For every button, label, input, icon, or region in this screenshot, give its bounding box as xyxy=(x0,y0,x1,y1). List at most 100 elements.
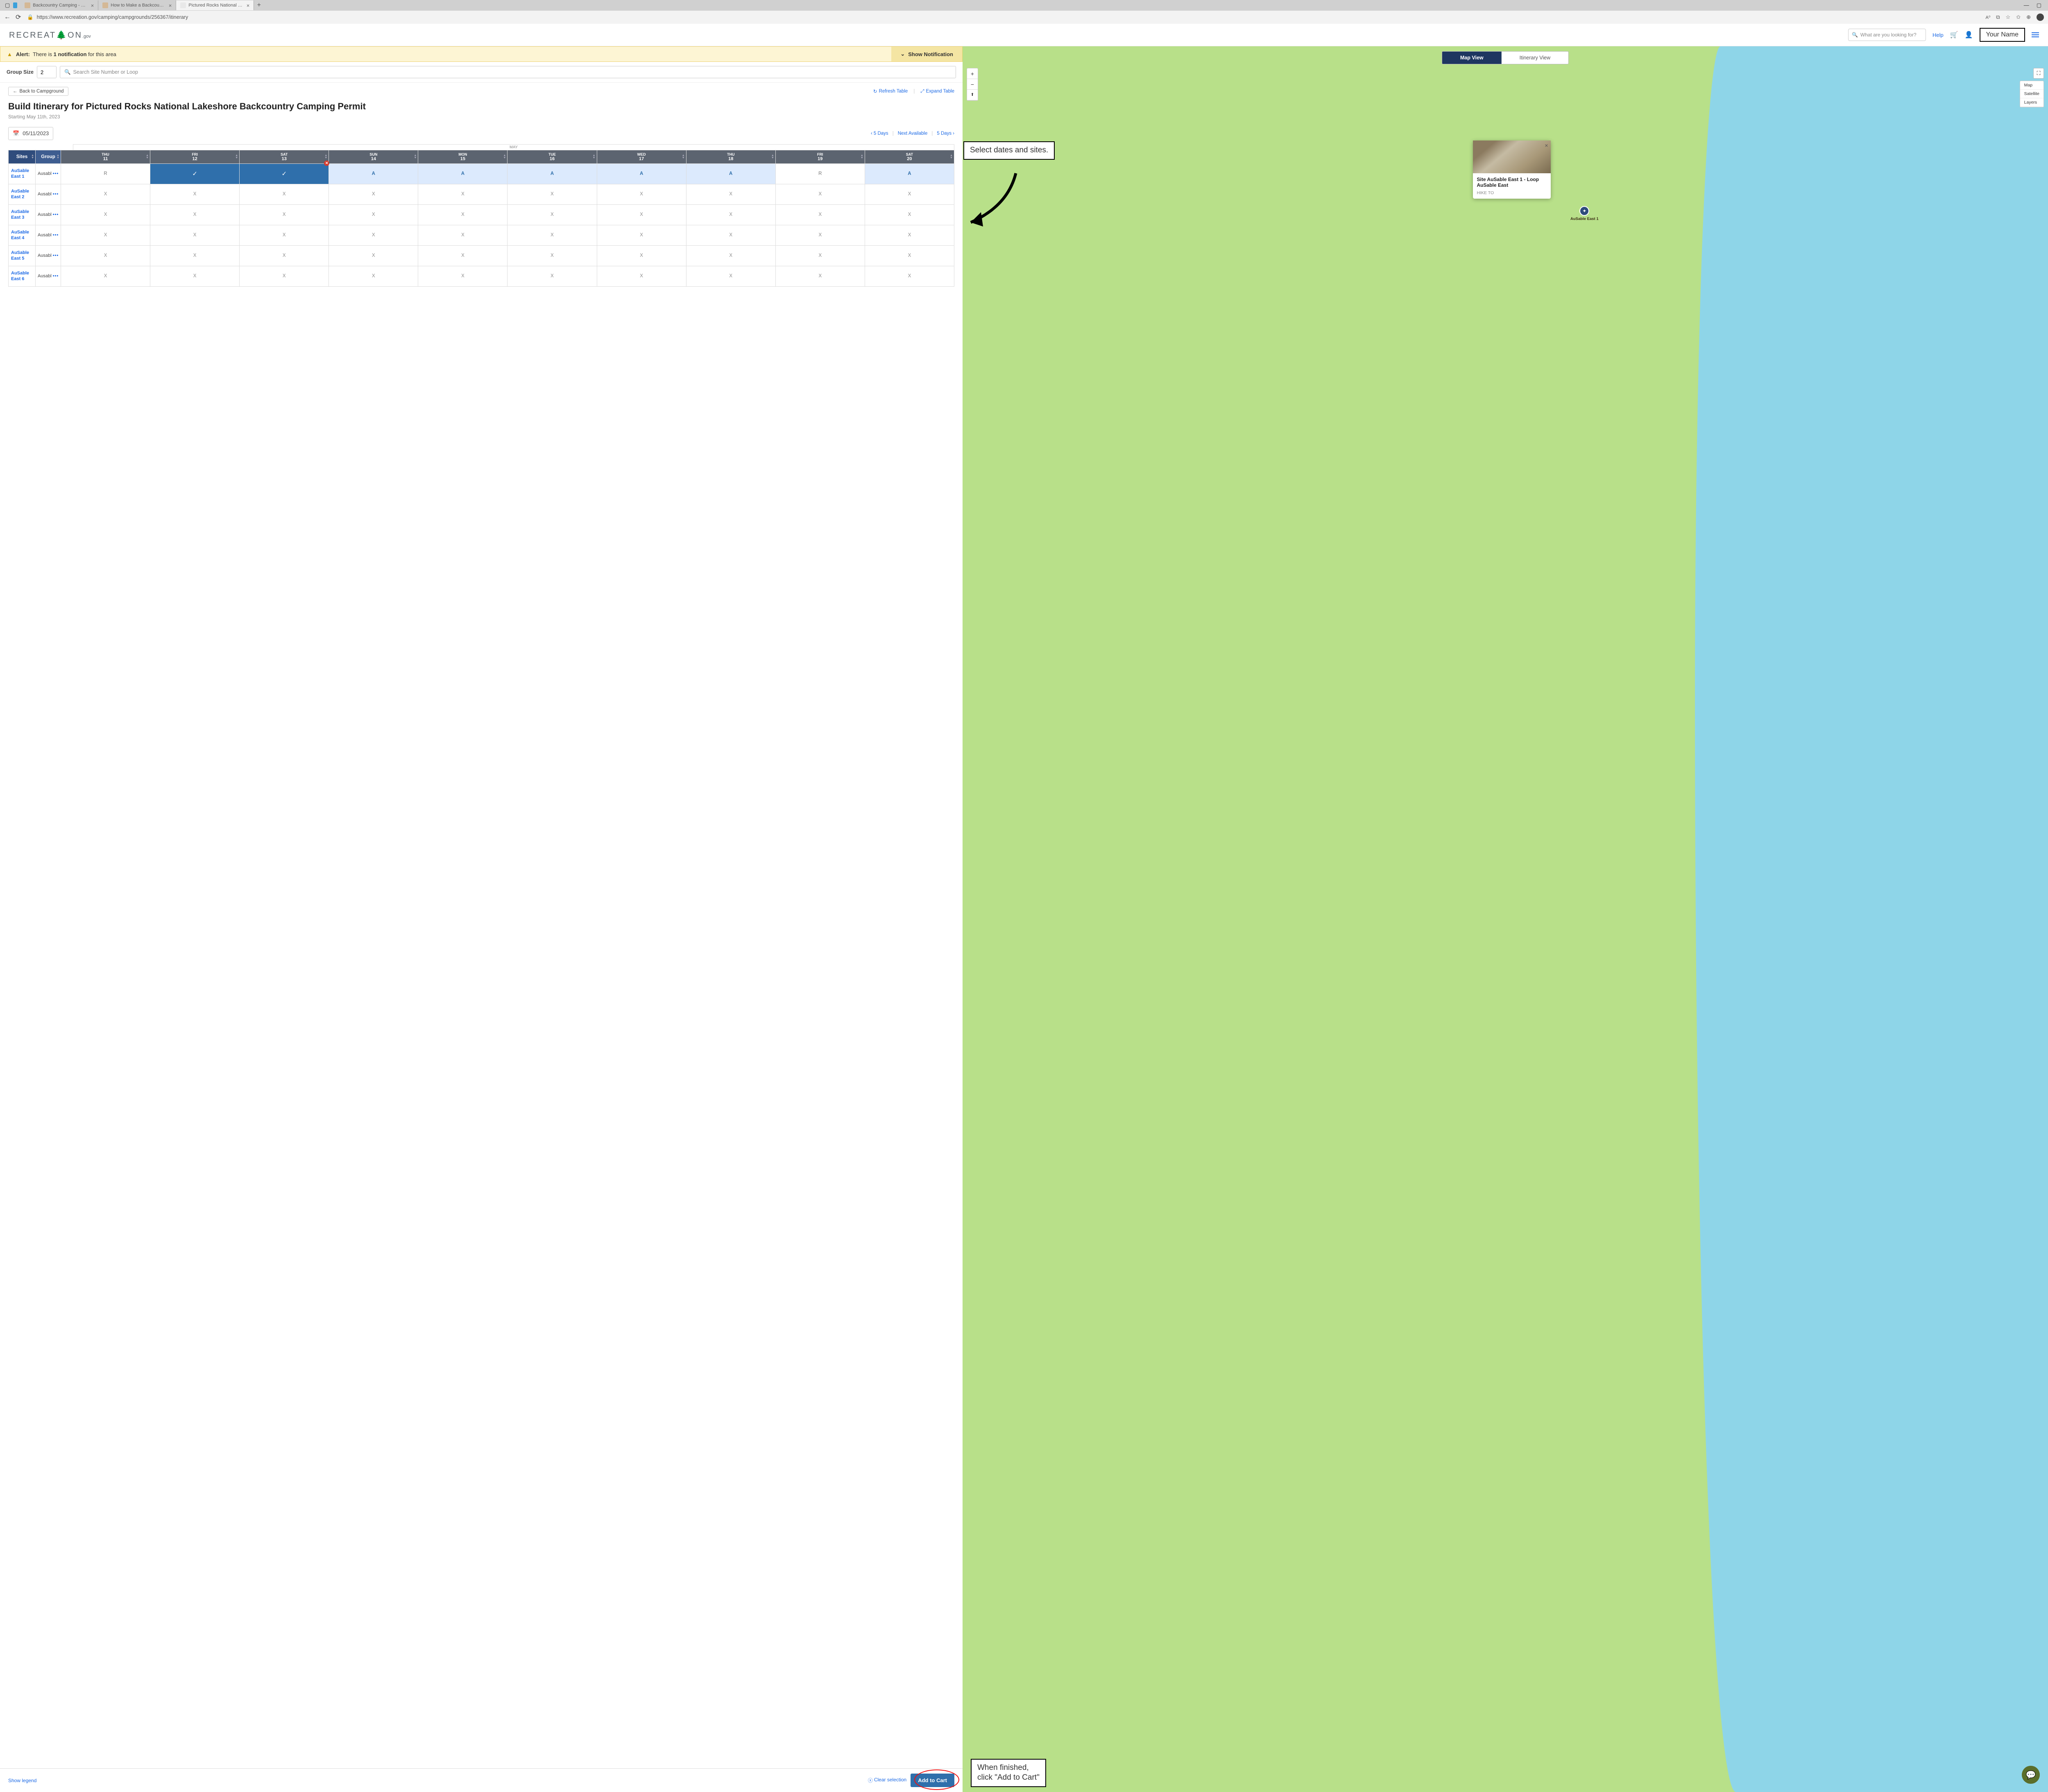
site-name-link[interactable]: AuSable East 2 xyxy=(9,184,36,204)
favorites-bar-icon[interactable]: ✩ xyxy=(2016,14,2021,20)
availability-cell[interactable]: X xyxy=(418,245,507,266)
availability-cell[interactable]: A xyxy=(418,163,507,184)
availability-cell[interactable]: X xyxy=(597,204,686,225)
availability-cell[interactable]: X xyxy=(865,184,954,204)
prev-5-days-button[interactable]: ‹ 5 Days xyxy=(871,131,888,136)
reset-north-button[interactable]: ⬆ xyxy=(967,90,978,100)
availability-cell[interactable]: X xyxy=(597,245,686,266)
logo[interactable]: RECREAT🌲ON.gov xyxy=(9,30,91,40)
availability-cell[interactable]: X xyxy=(150,184,240,204)
site-name-link[interactable]: AuSable East 3 xyxy=(9,204,36,225)
availability-cell[interactable]: X xyxy=(865,225,954,245)
layer-satellite[interactable]: Satellite xyxy=(2020,90,2043,98)
availability-cell[interactable]: X xyxy=(61,184,150,204)
layer-layers[interactable]: Layers xyxy=(2020,98,2043,107)
availability-cell[interactable]: X xyxy=(240,184,329,204)
availability-cell[interactable]: X xyxy=(865,204,954,225)
zoom-in-button[interactable]: + xyxy=(967,68,978,79)
global-search-input[interactable]: 🔍 What are you looking for? xyxy=(1848,29,1926,41)
refresh-table-button[interactable]: ↻Refresh Table xyxy=(873,88,908,94)
map-marker[interactable]: ✦ AuSable East 1 xyxy=(1570,206,1599,221)
col-day-16[interactable]: TUE16▲▼ xyxy=(507,150,597,163)
availability-cell[interactable]: X xyxy=(775,184,865,204)
availability-cell[interactable]: X xyxy=(507,225,597,245)
availability-cell[interactable]: X xyxy=(686,245,775,266)
availability-cell[interactable]: X xyxy=(61,225,150,245)
back-to-campground-button[interactable]: ← Back to Campground xyxy=(8,87,68,96)
win-square-icon[interactable]: ▢ xyxy=(5,2,10,9)
availability-cell[interactable]: X xyxy=(418,225,507,245)
availability-cell[interactable]: X xyxy=(329,184,418,204)
availability-cell[interactable]: X xyxy=(775,245,865,266)
col-day-11[interactable]: THU11▲▼ xyxy=(61,150,150,163)
availability-cell[interactable]: ✓ xyxy=(240,163,329,184)
availability-cell[interactable]: X xyxy=(686,225,775,245)
availability-cell[interactable]: X xyxy=(418,204,507,225)
availability-cell[interactable]: X xyxy=(775,266,865,286)
start-date-input[interactable]: 📅 05/11/2023 xyxy=(8,127,53,140)
availability-cell[interactable]: X xyxy=(150,225,240,245)
translate-icon[interactable]: ⧉ xyxy=(1996,14,2000,20)
availability-cell[interactable]: X xyxy=(61,245,150,266)
col-day-17[interactable]: WED17▲▼ xyxy=(597,150,686,163)
availability-cell[interactable]: X xyxy=(418,184,507,204)
availability-cell[interactable]: A xyxy=(865,163,954,184)
help-link[interactable]: Help xyxy=(1932,32,1944,38)
availability-cell[interactable]: X xyxy=(329,266,418,286)
col-day-14[interactable]: SUN14▲▼ xyxy=(329,150,418,163)
tab-1[interactable]: Backcountry Camping - Pictured × xyxy=(20,0,98,10)
site-name-link[interactable]: AuSable East 1 xyxy=(9,163,36,184)
availability-cell[interactable]: X xyxy=(686,204,775,225)
availability-cell[interactable]: X xyxy=(775,225,865,245)
minimize-icon[interactable]: — xyxy=(2024,2,2029,9)
show-notification-button[interactable]: ⌄ Show Notification xyxy=(891,47,962,61)
availability-cell[interactable]: X xyxy=(775,204,865,225)
tab-1-close-icon[interactable]: × xyxy=(91,2,94,9)
availability-cell[interactable]: X xyxy=(507,204,597,225)
availability-cell[interactable]: X xyxy=(865,266,954,286)
add-to-cart-button[interactable]: Add to Cart xyxy=(911,1774,954,1787)
col-day-20[interactable]: SAT20▲▼ xyxy=(865,150,954,163)
favorite-icon[interactable]: ☆ xyxy=(2006,14,2011,20)
group-cell[interactable]: Ausabl ••• xyxy=(36,184,61,204)
availability-cell[interactable]: X xyxy=(597,225,686,245)
availability-cell[interactable]: X xyxy=(597,266,686,286)
tab-3-close-icon[interactable]: × xyxy=(247,2,250,9)
site-name-link[interactable]: AuSable East 4 xyxy=(9,225,36,245)
tab-3[interactable]: Pictured Rocks National Lakesho × xyxy=(176,0,254,10)
fullscreen-button[interactable]: ⛶ xyxy=(2033,68,2044,79)
chat-button[interactable]: 💬 xyxy=(2022,1766,2040,1784)
col-day-19[interactable]: FRI19▲▼ xyxy=(775,150,865,163)
group-cell[interactable]: Ausabl ••• xyxy=(36,204,61,225)
menu-icon[interactable] xyxy=(2032,32,2039,37)
notebook-icon[interactable] xyxy=(13,2,17,8)
collections-icon[interactable]: ⊕ xyxy=(2026,14,2031,20)
availability-cell[interactable]: A xyxy=(597,163,686,184)
zoom-out-button[interactable]: − xyxy=(967,79,978,90)
availability-cell[interactable]: X xyxy=(507,184,597,204)
availability-cell[interactable]: ✓ xyxy=(150,163,240,184)
url-field[interactable]: 🔒 https://www.recreation.gov/camping/cam… xyxy=(27,14,1980,20)
next-5-days-button[interactable]: 5 Days › xyxy=(937,131,954,136)
col-day-13[interactable]: SAT13▲▼✕ xyxy=(240,150,329,163)
availability-cell[interactable]: X xyxy=(240,204,329,225)
availability-cell[interactable]: A xyxy=(329,163,418,184)
refresh-icon[interactable]: ⟳ xyxy=(16,13,22,21)
site-search-input[interactable]: 🔍 Search Site Number or Loop xyxy=(60,66,956,78)
tab-2[interactable]: How to Make a Backcountry Ca × xyxy=(98,0,176,10)
col-group-header[interactable]: Group▲▼ xyxy=(36,150,61,163)
map-view-tab[interactable]: Map View xyxy=(1442,52,1502,64)
availability-cell[interactable]: X xyxy=(686,184,775,204)
availability-cell[interactable]: X xyxy=(150,245,240,266)
text-size-icon[interactable]: A⁰ xyxy=(1985,15,1990,20)
tab-2-close-icon[interactable]: × xyxy=(169,2,172,9)
availability-cell[interactable]: X xyxy=(240,245,329,266)
group-size-input[interactable] xyxy=(37,66,57,78)
layer-map[interactable]: Map xyxy=(2020,81,2043,90)
maximize-icon[interactable]: ▢ xyxy=(2037,2,2041,9)
availability-cell[interactable]: X xyxy=(150,266,240,286)
availability-cell[interactable]: X xyxy=(597,184,686,204)
col-day-18[interactable]: THU18▲▼ xyxy=(686,150,775,163)
new-tab-button[interactable]: + xyxy=(254,2,264,9)
availability-cell[interactable]: X xyxy=(507,245,597,266)
